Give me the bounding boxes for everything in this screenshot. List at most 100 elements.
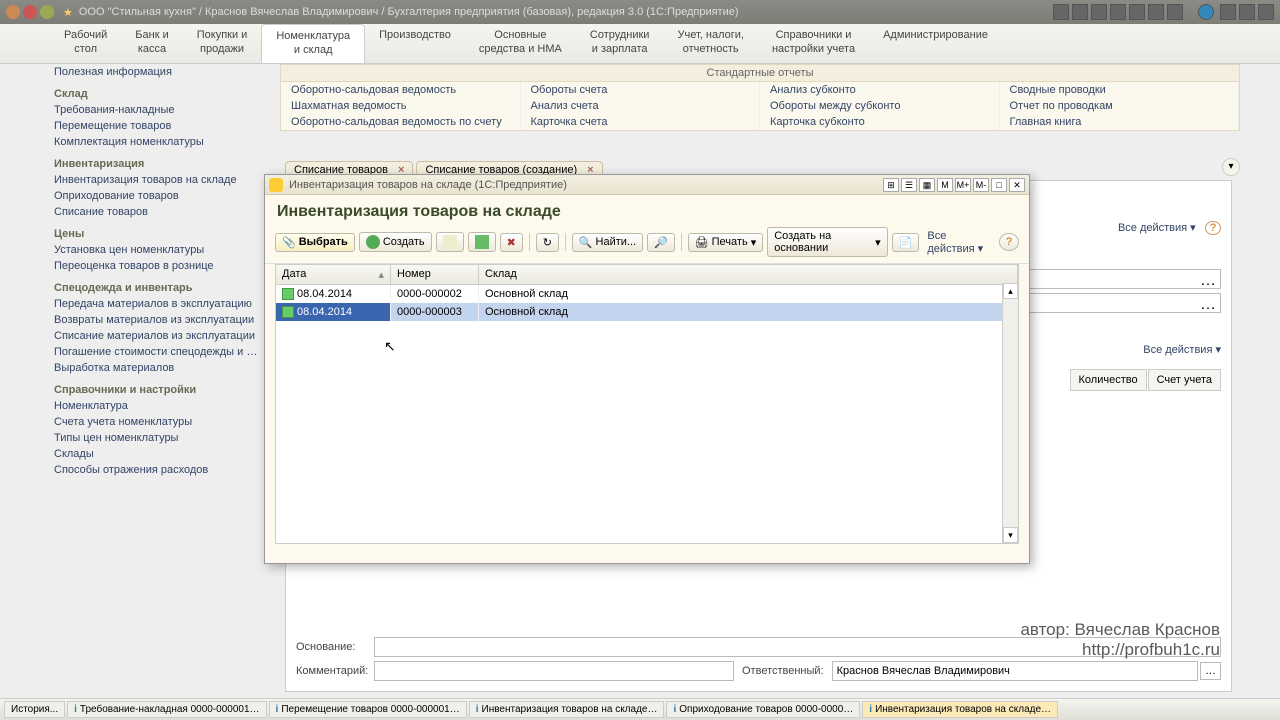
- tool-icon[interactable]: [1110, 4, 1126, 20]
- nav-link[interactable]: Полезная информация: [50, 64, 270, 80]
- delete-button[interactable]: ✖: [500, 233, 523, 252]
- all-actions-button[interactable]: Все действия ▾: [927, 230, 995, 255]
- taskbar-item[interactable]: іИнвентаризация товаров на складе…: [862, 701, 1058, 718]
- report-link[interactable]: Карточка счета: [521, 114, 761, 130]
- tool-icon[interactable]: [1053, 4, 1069, 20]
- responsible-input[interactable]: [832, 661, 1198, 681]
- help-button[interactable]: ?: [999, 233, 1019, 251]
- history-button[interactable]: История...: [4, 701, 65, 718]
- tool-icon[interactable]: [1148, 4, 1164, 20]
- tool-icon[interactable]: [1091, 4, 1107, 20]
- nav-link[interactable]: Способы отражения расходов: [50, 462, 270, 478]
- nav-link[interactable]: Переоценка товаров в рознице: [50, 258, 270, 274]
- report-link[interactable]: Оборотно-сальдовая ведомость по счету: [281, 114, 521, 130]
- field-2[interactable]: …: [1011, 293, 1221, 313]
- copy-button[interactable]: [436, 232, 464, 252]
- report-link[interactable]: Анализ субконто: [760, 82, 1000, 98]
- sys-icon[interactable]: [23, 5, 37, 19]
- nav-link[interactable]: Выработка материалов: [50, 360, 270, 376]
- m-minus-button[interactable]: M-: [973, 178, 989, 192]
- nav-link[interactable]: Списание товаров: [50, 204, 270, 220]
- tool-icon[interactable]: [1167, 4, 1183, 20]
- dialog-maximize-button[interactable]: □: [991, 178, 1007, 192]
- help-icon[interactable]: [1198, 4, 1214, 20]
- clear-find-button[interactable]: 🔎: [647, 233, 675, 252]
- favorites-icon[interactable]: ★: [63, 6, 73, 19]
- hdr-icon[interactable]: ☰: [901, 178, 917, 192]
- tabs-dropdown-button[interactable]: ▾: [1222, 158, 1240, 176]
- field-1[interactable]: …: [1011, 269, 1221, 289]
- nav-link[interactable]: Типы цен номенклатуры: [50, 430, 270, 446]
- all-actions-link-1[interactable]: Все действия ▾ ?: [1118, 221, 1221, 234]
- nav-link[interactable]: Склады: [50, 446, 270, 462]
- find-button[interactable]: 🔍 Найти...: [572, 233, 643, 252]
- edit-button[interactable]: [468, 232, 496, 252]
- refresh-button[interactable]: ↻: [536, 233, 559, 252]
- nav-link[interactable]: Списание материалов из эксплуатации: [50, 328, 270, 344]
- hdr-icon[interactable]: ▦: [919, 178, 935, 192]
- scroll-down-button[interactable]: ▾: [1003, 527, 1018, 543]
- comment-input[interactable]: [374, 661, 734, 681]
- nav-link[interactable]: Передача материалов в эксплуатацию: [50, 296, 270, 312]
- m-button[interactable]: M: [937, 178, 953, 192]
- report-button[interactable]: 📄: [892, 233, 920, 252]
- taskbar-item[interactable]: іОприходование товаров 0000-0000…: [666, 701, 860, 718]
- report-link[interactable]: Главная книга: [1000, 114, 1240, 130]
- print-button[interactable]: 🖨 Печать ▾: [688, 233, 764, 252]
- report-link[interactable]: Оборотно-сальдовая ведомость: [281, 82, 521, 98]
- nav-link[interactable]: Перемещение товаров: [50, 118, 270, 134]
- responsible-select-button[interactable]: …: [1200, 662, 1221, 680]
- taskbar-item[interactable]: іПеремещение товаров 0000-000001…: [269, 701, 467, 718]
- dialog-close-button[interactable]: ✕: [1009, 178, 1025, 192]
- report-link[interactable]: Отчет по проводкам: [1000, 98, 1240, 114]
- dialog-titlebar[interactable]: Инвентаризация товаров на складе (1С:Пре…: [265, 175, 1029, 195]
- grid-scrollbar[interactable]: ▴ ▾: [1002, 283, 1018, 543]
- nav-link[interactable]: Оприходование товаров: [50, 188, 270, 204]
- m-plus-button[interactable]: M+: [955, 178, 971, 192]
- section-tab[interactable]: Номенклатураи склад: [261, 24, 365, 63]
- nav-link[interactable]: Возвраты материалов из эксплуатации: [50, 312, 270, 328]
- report-link[interactable]: Обороты между субконто: [760, 98, 1000, 114]
- create-based-button[interactable]: Создать на основании ▾: [767, 227, 887, 257]
- col-number[interactable]: Номер: [391, 265, 479, 284]
- sys-icon[interactable]: [40, 5, 54, 19]
- section-tab[interactable]: Справочники инастройки учета: [758, 24, 869, 63]
- grid-row[interactable]: 08.04.2014 19:46:530000-000003Основной с…: [276, 303, 1018, 321]
- nav-link[interactable]: Номенклатура: [50, 398, 270, 414]
- section-tab[interactable]: Основныесредства и НМА: [465, 24, 576, 63]
- nav-link[interactable]: Инвентаризация товаров на складе: [50, 172, 270, 188]
- section-tab[interactable]: Рабочийстол: [50, 24, 121, 63]
- nav-link[interactable]: Требования-накладные: [50, 102, 270, 118]
- grid-row[interactable]: 08.04.2014 19:29:270000-000002Основной с…: [276, 285, 1018, 303]
- report-link[interactable]: Карточка субконто: [760, 114, 1000, 130]
- hdr-icon[interactable]: ⊞: [883, 178, 899, 192]
- col-warehouse[interactable]: Склад: [479, 265, 1018, 284]
- all-actions-link-2[interactable]: Все действия ▾: [1143, 343, 1221, 356]
- section-tab[interactable]: Администрирование: [869, 24, 1002, 63]
- nav-link[interactable]: Счета учета номенклатуры: [50, 414, 270, 430]
- section-tab[interactable]: Банк икасса: [121, 24, 182, 63]
- tool-icon[interactable]: [1129, 4, 1145, 20]
- taskbar-item[interactable]: іИнвентаризация товаров на складе…: [469, 701, 665, 718]
- scroll-up-button[interactable]: ▴: [1003, 283, 1018, 299]
- maximize-button[interactable]: [1239, 4, 1255, 20]
- close-button[interactable]: [1258, 4, 1274, 20]
- select-button[interactable]: 📎 Выбрать: [275, 233, 355, 252]
- report-link[interactable]: Шахматная ведомость: [281, 98, 521, 114]
- tool-icon[interactable]: [1072, 4, 1088, 20]
- section-tab[interactable]: Учет, налоги,отчетность: [663, 24, 757, 63]
- inventory-grid[interactable]: Дата ▴ Номер Склад 08.04.2014 19:29:2700…: [275, 264, 1019, 544]
- nav-link[interactable]: Комплектация номенклатуры: [50, 134, 270, 150]
- create-button[interactable]: Создать: [359, 232, 432, 252]
- section-tab[interactable]: Покупки ипродажи: [183, 24, 262, 63]
- report-link[interactable]: Сводные проводки: [1000, 82, 1240, 98]
- report-link[interactable]: Обороты счета: [521, 82, 761, 98]
- nav-link[interactable]: Установка цен номенклатуры: [50, 242, 270, 258]
- section-tab[interactable]: Производство: [365, 24, 465, 63]
- taskbar-item[interactable]: іТребование-накладная 0000-000001…: [67, 701, 266, 718]
- col-date[interactable]: Дата ▴: [276, 265, 391, 284]
- section-tab[interactable]: Сотрудникии зарплата: [576, 24, 664, 63]
- nav-link[interactable]: Погашение стоимости спецодежды и …: [50, 344, 270, 360]
- minimize-button[interactable]: [1220, 4, 1236, 20]
- report-link[interactable]: Анализ счета: [521, 98, 761, 114]
